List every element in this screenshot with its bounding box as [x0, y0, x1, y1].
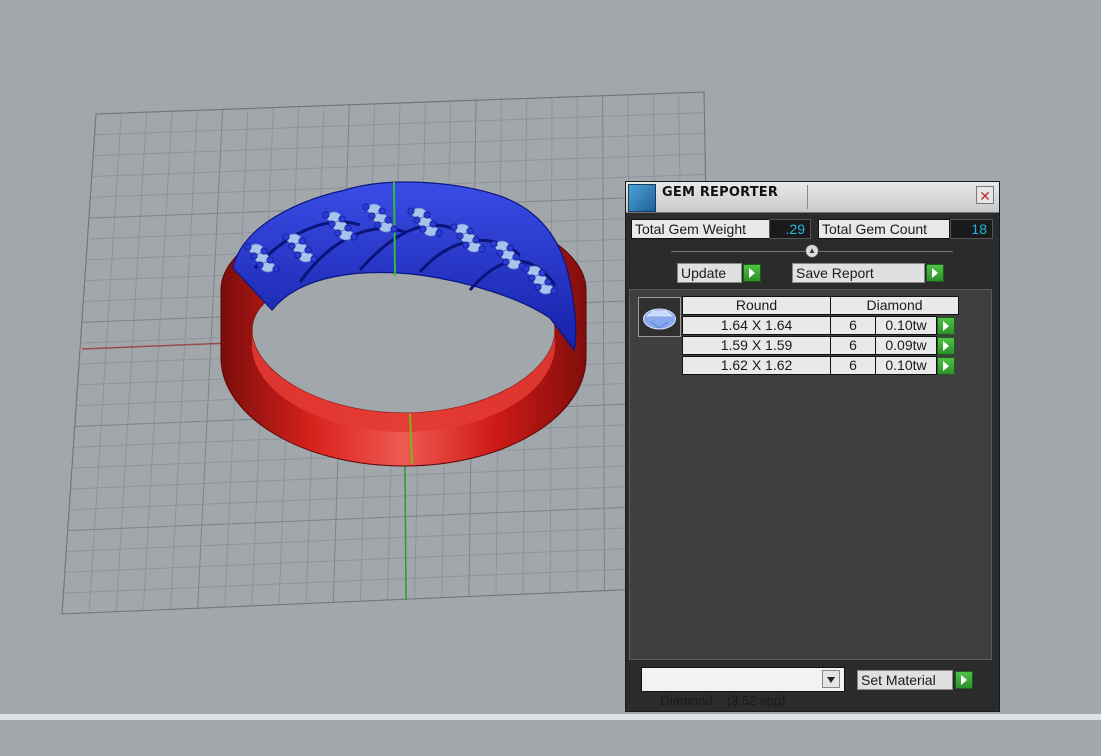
panel-title: GEM REPORTER	[662, 185, 778, 200]
gem-prong	[261, 248, 267, 254]
chevron-down-icon[interactable]	[822, 670, 840, 688]
gem-prong	[479, 246, 485, 252]
material-select[interactable]: Diamond (3.52 spg)	[641, 667, 845, 692]
gem-reporter-icon	[628, 184, 656, 212]
collapse-knob[interactable]: ▲	[805, 244, 819, 258]
gem-prong	[295, 252, 301, 258]
gem-prong	[420, 226, 426, 232]
gem-prong	[289, 243, 295, 249]
gem-prong	[545, 279, 551, 285]
gem-prong	[430, 221, 436, 227]
gem-prong	[457, 233, 463, 239]
gem-prong	[251, 253, 257, 259]
gem-prong	[507, 245, 513, 251]
gem-prong	[335, 230, 341, 236]
status-strip	[0, 714, 1101, 720]
gem-prong	[379, 208, 385, 214]
gem-prong	[467, 228, 473, 234]
material-select-value: Diamond (3.52 spg)	[660, 693, 785, 708]
table-header-material: Diamond	[830, 296, 959, 315]
gem-prong	[257, 262, 263, 268]
row-1-weight: 0.10tw	[875, 316, 937, 335]
gem-prong	[523, 266, 529, 272]
table-header-shape: Round	[682, 296, 831, 315]
row-1-go-icon[interactable]	[937, 317, 955, 335]
gem-prong	[535, 284, 541, 290]
row-3-weight: 0.10tw	[875, 356, 937, 375]
row-1-count: 6	[830, 316, 876, 335]
gem-prong	[345, 225, 351, 231]
gem-prong	[551, 288, 557, 294]
row-2-count: 6	[830, 336, 876, 355]
gem-prong	[323, 212, 329, 218]
total-gem-count-value: 18	[950, 219, 993, 239]
set-material-go-icon[interactable]	[955, 671, 973, 689]
gem-prong	[529, 275, 535, 281]
close-icon[interactable]: ✕	[976, 186, 994, 204]
row-3-count: 6	[830, 356, 876, 375]
gem-prong	[305, 247, 311, 253]
gem-prong	[339, 216, 345, 222]
gem-prong	[329, 221, 335, 227]
panel-titlebar[interactable]: GEM REPORTER ✕	[626, 182, 999, 213]
gem-prong	[539, 270, 545, 276]
row-2-weight: 0.09tw	[875, 336, 937, 355]
gem-prong	[497, 250, 503, 256]
row-3-size: 1.62 X 1.62	[682, 356, 831, 375]
gem-prong	[267, 257, 273, 263]
gem-prong	[369, 213, 375, 219]
row-1-size: 1.64 X 1.64	[682, 316, 831, 335]
gem-prong	[351, 234, 357, 240]
gem-prong	[245, 244, 251, 250]
gem-prong	[391, 226, 397, 232]
total-gem-weight-label: Total Gem Weight	[631, 219, 770, 239]
row-2-go-icon[interactable]	[937, 337, 955, 355]
save-report-button[interactable]: Save Report	[792, 263, 925, 283]
gem-prong	[463, 242, 469, 248]
update-button[interactable]: Update	[677, 263, 742, 283]
gem-prong	[414, 217, 420, 223]
gem-prong	[436, 230, 442, 236]
set-material-button[interactable]: Set Material	[857, 670, 953, 690]
gem-prong	[311, 256, 317, 262]
save-report-go-icon[interactable]	[926, 264, 944, 282]
title-separator	[807, 185, 808, 209]
gem-prong	[408, 208, 414, 214]
total-gem-weight-value: .29	[769, 219, 811, 239]
gem-prong	[385, 217, 391, 223]
gem-prong	[451, 224, 457, 230]
gem-prong	[375, 222, 381, 228]
round-gem-icon	[638, 297, 681, 337]
gem-prong	[273, 266, 279, 272]
gem-prong	[424, 212, 430, 218]
ring-model	[221, 182, 586, 466]
gem-prong	[503, 259, 509, 265]
row-2-size: 1.59 X 1.59	[682, 336, 831, 355]
gem-prong	[473, 237, 479, 243]
gem-prong	[283, 234, 289, 240]
gem-prong	[513, 254, 519, 260]
update-go-icon[interactable]	[743, 264, 761, 282]
gem-reporter-panel: GEM REPORTER ✕ Total Gem Weight .29 Tota…	[625, 181, 1000, 712]
row-3-go-icon[interactable]	[937, 357, 955, 375]
total-gem-count-label: Total Gem Count	[818, 219, 950, 239]
gem-prong	[491, 241, 497, 247]
gem-prong	[299, 238, 305, 244]
gem-prong	[363, 204, 369, 210]
